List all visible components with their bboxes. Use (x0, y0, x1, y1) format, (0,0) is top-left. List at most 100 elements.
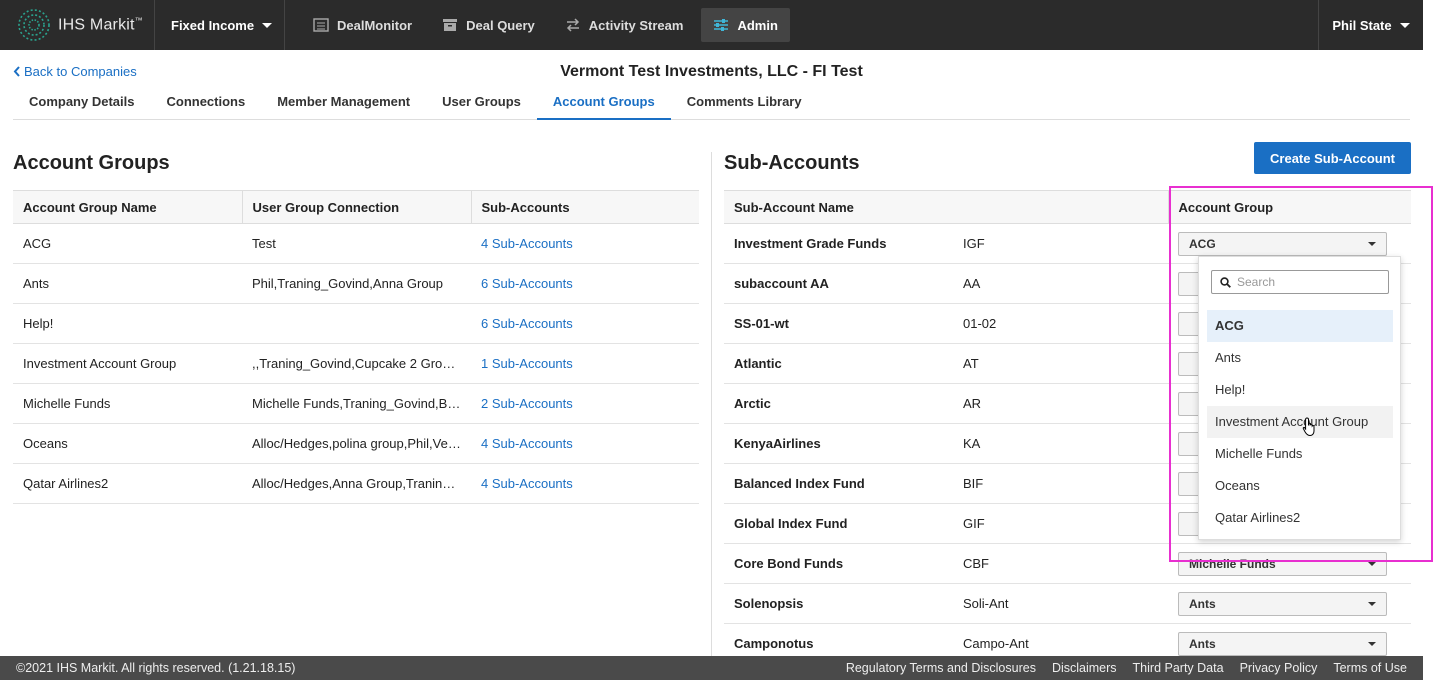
nav-deal-query[interactable]: Deal Query (430, 8, 547, 42)
sub-account-name: KenyaAirlines (724, 423, 953, 464)
sub-account-code: AT (953, 343, 1168, 384)
footer-links: Regulatory Terms and Disclosures Disclai… (846, 661, 1407, 675)
archive-icon (443, 19, 458, 31)
table-row: Solenopsis Soli-Ant Ants (724, 583, 1411, 624)
nav-dealmonitor-label: DealMonitor (337, 17, 413, 33)
account-group-name: Oceans (13, 423, 242, 464)
tab-company-details[interactable]: Company Details (13, 86, 150, 120)
sub-accounts-link[interactable]: 1 Sub-Accounts (481, 356, 573, 371)
page-title: Vermont Test Investments, LLC - FI Test (560, 63, 863, 80)
create-sub-account-button[interactable]: Create Sub-Account (1254, 142, 1411, 174)
nav-activity-stream[interactable]: Activity Stream (553, 8, 696, 42)
sub-accounts-link[interactable]: 4 Sub-Accounts (481, 236, 573, 251)
main-nav: DealMonitor Deal Query Activity Stream A… (285, 0, 1318, 50)
tab-comments-library[interactable]: Comments Library (671, 86, 818, 120)
footer-link-terms[interactable]: Terms of Use (1333, 661, 1407, 675)
column-header[interactable]: User Group Connection (241, 190, 471, 224)
sub-account-code: Soli-Ant (953, 583, 1168, 624)
user-group-connection: Test (242, 223, 471, 264)
chevron-down-icon (1368, 641, 1376, 646)
user-group-connection: ,,Traning_Govind,Cupcake 2 Group,... (242, 343, 471, 384)
sliders-icon (714, 19, 729, 31)
sub-accounts-link[interactable]: 2 Sub-Accounts (481, 396, 573, 411)
select-value: Ants (1189, 636, 1216, 651)
sub-accounts-link[interactable]: 4 Sub-Accounts (481, 476, 573, 491)
nav-admin[interactable]: Admin (701, 8, 790, 42)
hand-pointer-icon (1302, 417, 1315, 437)
sub-account-code: IGF (953, 223, 1168, 264)
table-row[interactable]: ACG Test 4 Sub-Accounts (13, 223, 699, 264)
account-group-name: Michelle Funds (13, 383, 242, 424)
sub-accounts-link[interactable]: 6 Sub-Accounts (481, 276, 573, 291)
footer-link-privacy[interactable]: Privacy Policy (1240, 661, 1318, 675)
brand-logo[interactable]: IHS Markit™ (0, 0, 155, 50)
nav-dealmonitor[interactable]: DealMonitor (301, 8, 424, 42)
table-row[interactable]: Michelle Funds Michelle Funds,Traning_Gov… (13, 383, 699, 424)
sub-account-name: Solenopsis (724, 583, 953, 624)
footer: ©2021 IHS Markit. All rights reserved. (… (0, 656, 1423, 680)
sub-account-name: Investment Grade Funds (724, 223, 953, 264)
column-header[interactable]: Sub-Account Name (724, 190, 953, 224)
list-icon (313, 18, 329, 32)
tab-user-groups[interactable]: User Groups (426, 86, 537, 120)
sub-account-name: Balanced Index Fund (724, 463, 953, 504)
account-group-name: ACG (13, 223, 242, 264)
user-group-connection (242, 303, 471, 344)
column-header[interactable]: Sub-Accounts (470, 190, 699, 224)
chevron-down-icon (1399, 22, 1410, 28)
sub-account-code: GIF (953, 503, 1168, 544)
account-group-select[interactable]: Ants (1178, 591, 1387, 616)
user-name: Phil State (1332, 17, 1392, 33)
tab-account-groups[interactable]: Account Groups (536, 86, 671, 120)
table-row[interactable]: Oceans Alloc/Hedges,polina group,Phil,Ver… (13, 423, 699, 464)
sub-accounts-link[interactable]: 6 Sub-Accounts (481, 316, 573, 331)
nav-admin-label: Admin (737, 17, 778, 33)
table-row[interactable]: Help! 6 Sub-Accounts (13, 303, 699, 344)
sub-account-name: Core Bond Funds (724, 543, 953, 584)
user-group-connection: Alloc/Hedges,Anna Group,Traning_... (242, 463, 471, 504)
annotation-highlight-box (1169, 186, 1433, 562)
account-group-select[interactable]: Ants (1178, 631, 1387, 656)
sub-account-name: Arctic (724, 383, 953, 424)
account-group-name: Investment Account Group (13, 343, 242, 384)
tab-connections[interactable]: Connections (150, 86, 261, 120)
table-row[interactable]: Qatar Airlines2 Alloc/Hedges,Anna Group,T… (13, 463, 699, 504)
user-group-connection: Michelle Funds,Traning_Govind,Bu... (242, 383, 471, 424)
account-group-name: Help! (13, 303, 242, 344)
sub-account-code: AR (953, 383, 1168, 424)
user-menu[interactable]: Phil State (1318, 0, 1423, 50)
product-label: Fixed Income (171, 17, 255, 33)
footer-link-regulatory[interactable]: Regulatory Terms and Disclosures (846, 661, 1036, 675)
table-header-row: Account Group Name User Group Connection… (13, 190, 699, 224)
account-groups-title: Account Groups (13, 152, 170, 174)
sub-account-code: KA (953, 423, 1168, 464)
ihs-markit-logo-icon (18, 9, 50, 41)
chevron-down-icon (1368, 561, 1376, 566)
table-row[interactable]: Ants Phil,Traning_Govind,Anna Group 6 Sub-… (13, 263, 699, 304)
tab-bar: Company Details Connections Member Manag… (13, 86, 1410, 120)
sub-account-code: CBF (953, 543, 1168, 584)
nav-activity-stream-label: Activity Stream (588, 17, 684, 33)
chevron-down-icon (1368, 601, 1376, 606)
sub-accounts-title: Sub-Accounts (724, 152, 860, 174)
swap-arrows-icon (566, 18, 579, 32)
footer-link-disclaimers[interactable]: Disclaimers (1052, 661, 1117, 675)
sub-account-name: subaccount AA (724, 263, 953, 304)
panel-divider (711, 152, 712, 656)
top-nav-bar: IHS Markit™ Fixed Income DealMonitor Dea… (0, 0, 1423, 50)
user-group-connection: Alloc/Hedges,polina group,Phil,Ver... (242, 423, 471, 464)
sub-account-name: SS-01-wt (724, 303, 953, 344)
tab-member-management[interactable]: Member Management (261, 86, 426, 120)
sub-account-name: Global Index Fund (724, 503, 953, 544)
footer-link-third-party[interactable]: Third Party Data (1133, 661, 1224, 675)
table-row[interactable]: Investment Account Group ,,Traning_Govind… (13, 343, 699, 384)
column-header[interactable]: Account Group Name (13, 190, 242, 224)
brand-name: IHS Markit (58, 16, 135, 34)
sub-accounts-link[interactable]: 4 Sub-Accounts (481, 436, 573, 451)
chevron-down-icon (262, 22, 273, 28)
sub-account-code: AA (953, 263, 1168, 304)
sub-account-name: Atlantic (724, 343, 953, 384)
select-value: Ants (1189, 596, 1216, 611)
product-switcher[interactable]: Fixed Income (155, 0, 285, 50)
copyright: ©2021 IHS Markit. All rights reserved. (… (16, 661, 296, 675)
